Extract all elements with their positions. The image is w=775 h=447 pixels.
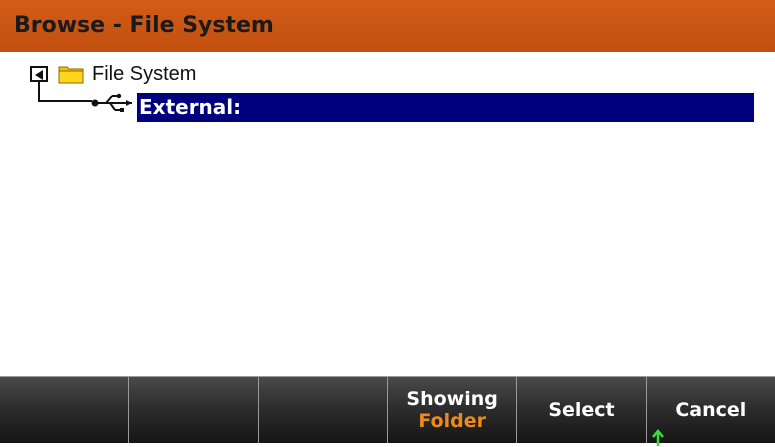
collapse-arrow-icon	[35, 70, 43, 80]
cancel-label: Cancel	[675, 399, 747, 421]
up-arrow-icon	[651, 429, 664, 446]
tree-root-label[interactable]: File System	[92, 62, 196, 86]
showing-label: Showing	[406, 388, 498, 410]
softkey-bar: Showing Folder Select Cancel	[0, 376, 775, 446]
softkey-2[interactable]	[129, 376, 259, 443]
showing-folder-button[interactable]: Showing Folder	[387, 376, 518, 443]
tree-connector-line	[38, 82, 92, 102]
window-title: Browse - File System	[0, 0, 775, 52]
softkey-3[interactable]	[258, 376, 388, 443]
showing-value: Folder	[418, 410, 486, 432]
select-button[interactable]: Select	[517, 376, 647, 443]
tree-item-external[interactable]: External:	[137, 93, 754, 122]
usb-icon	[91, 93, 132, 112]
select-label: Select	[548, 399, 615, 421]
folder-icon	[58, 66, 84, 84]
collapse-toggle[interactable]	[30, 66, 48, 82]
softkey-1[interactable]	[0, 376, 130, 443]
cancel-button[interactable]: Cancel	[646, 376, 775, 446]
